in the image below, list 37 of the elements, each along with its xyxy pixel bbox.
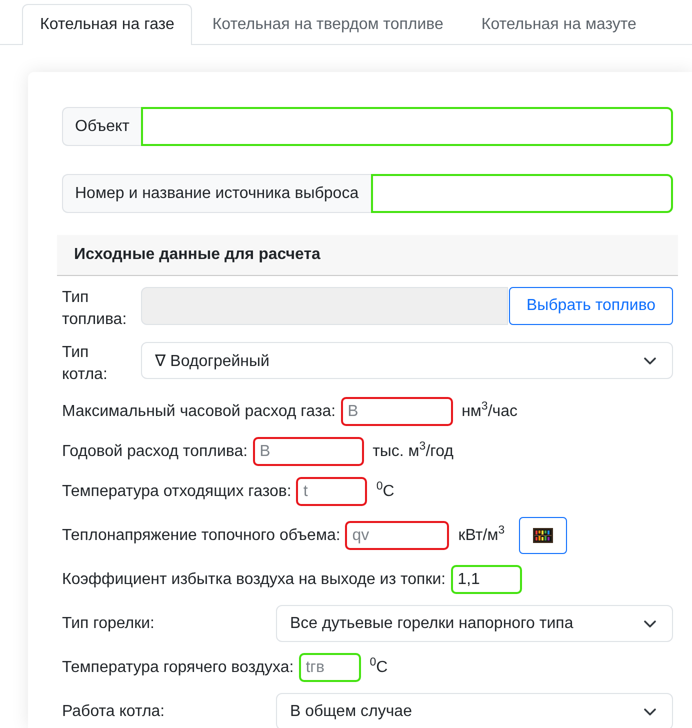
field-label: Максимальный часовой расход газа: (62, 402, 336, 420)
tab[interactable]: Котельная на твердом топливе (194, 4, 462, 44)
dropdown-select[interactable]: ∇ Водогрейный (141, 342, 673, 379)
input-label: Объект (62, 107, 142, 146)
abacus-icon (532, 528, 553, 543)
text-input[interactable] (141, 107, 673, 146)
text-input[interactable]: 1,1 (450, 565, 522, 594)
field-label: Тип топлива: (62, 288, 128, 330)
unit-label: $^{0}$C (376, 482, 394, 500)
text-input[interactable]: t (296, 477, 368, 506)
field-label: Температура отходящих газов: (62, 482, 292, 500)
text-input[interactable]: B (340, 397, 453, 426)
section-title: Исходные данные для расчета (74, 246, 320, 264)
text-input[interactable] (370, 174, 673, 213)
text-input[interactable]: B (252, 437, 364, 466)
input-label: Номер и название источника выброса (62, 174, 371, 213)
text-input[interactable]: tгв (298, 653, 361, 682)
field-label: Тип горелки: (62, 614, 156, 634)
tab[interactable]: Котельная на газе (22, 4, 192, 45)
unit-label: нм$^{3}$/час (462, 402, 518, 420)
text-input[interactable]: qv (345, 521, 450, 550)
field-label: Годовой расход топлива: (62, 442, 248, 460)
chevron-down-icon (644, 356, 656, 364)
field-label: Температура горячего воздуха: (62, 658, 294, 676)
unit-label: кВт/м$^{3}$ (458, 526, 505, 544)
dropdown-select[interactable]: Все дутьевые горелки напорного типа (276, 605, 673, 642)
field-label: Коэффициент избытка воздуха на выходе из топки: (62, 570, 446, 588)
chevron-down-icon (644, 708, 656, 716)
tab[interactable]: Котельная на мазуте (463, 4, 654, 44)
field-label: Теплонапряжение топочного объема: (62, 526, 340, 544)
unit-label: тыс. м$^{3}$/год (372, 442, 454, 460)
chevron-down-icon (644, 620, 656, 628)
field-label: Работа котла: (62, 702, 166, 722)
unit-label: $^{0}$C (370, 658, 388, 676)
calculator-button[interactable] (518, 517, 567, 554)
dropdown-select[interactable]: В общем случае (276, 693, 673, 728)
field-label: Тип котла: (62, 343, 108, 385)
